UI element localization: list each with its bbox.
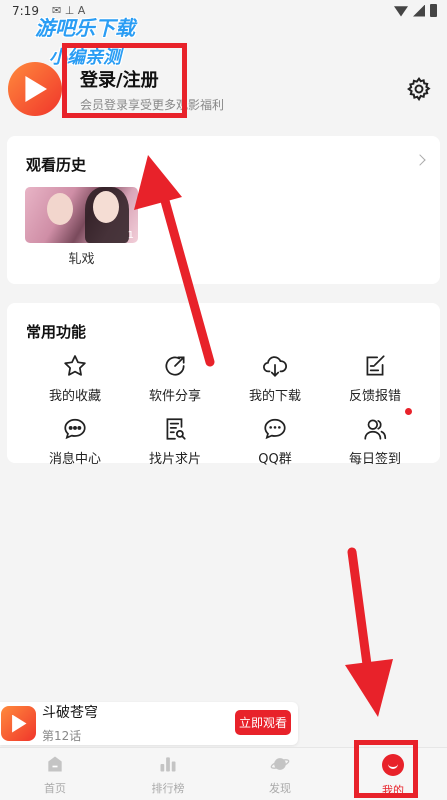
history-item-title[interactable]: 轧戏: [25, 248, 138, 267]
func-label: 反馈报错: [348, 389, 401, 404]
functions-title: 常用功能: [26, 323, 87, 341]
func-label: 我的下载: [248, 389, 301, 404]
highlight-box-mine: [354, 740, 418, 798]
signal-icon: [413, 4, 425, 17]
arrow-down-head: [345, 659, 393, 717]
func-label: 每日签到: [348, 452, 401, 467]
play-icon: [12, 714, 27, 733]
share-icon: [165, 356, 185, 376]
mini-player[interactable]: 斗破苍穹 第12话 立即观看: [0, 702, 298, 745]
system-icons: [394, 4, 437, 17]
func-feedback[interactable]: 反馈报错: [325, 353, 425, 404]
history-episode: 1: [127, 230, 134, 241]
func-label: 我的收藏: [48, 389, 101, 404]
func-request[interactable]: 找片求片: [125, 416, 225, 467]
functions-card: 常用功能 我的收藏 软件分享 我的下载 反馈报错 消息中心 找片求片 QQ群 每…: [7, 303, 440, 467]
func-favorites[interactable]: 我的收藏: [25, 353, 125, 404]
tab-label: 排行榜: [151, 782, 185, 795]
func-label: 软件分享: [148, 389, 201, 404]
func-label: QQ群: [258, 452, 292, 467]
watch-now-button[interactable]: 立即观看: [235, 710, 291, 735]
play-logo-icon: [25, 76, 47, 102]
search-doc-icon: [166, 418, 186, 440]
history-card: 观看历史 1 轧戏: [7, 136, 440, 284]
tab-discover[interactable]: 发现: [240, 754, 320, 796]
star-icon: [64, 355, 86, 376]
func-share[interactable]: 软件分享: [125, 353, 225, 404]
func-checkin[interactable]: 每日签到: [325, 416, 425, 467]
edit-icon: [366, 355, 385, 376]
highlight-box-login: [62, 43, 187, 118]
avatar[interactable]: [8, 62, 62, 116]
func-qq-group[interactable]: QQ群: [225, 416, 325, 467]
tab-label: 首页: [44, 782, 66, 795]
watermark-line1: 游吧乐下载: [35, 16, 135, 40]
battery-icon: [430, 4, 437, 17]
history-thumbnail[interactable]: 1: [25, 187, 138, 243]
checkin-badge-dot: [405, 408, 412, 415]
mini-player-logo: [1, 706, 36, 741]
chat-icon: [264, 418, 286, 440]
tab-label: 发现: [269, 782, 291, 795]
cloud-download-icon: [263, 356, 287, 377]
chevron-right-icon[interactable]: [414, 154, 426, 166]
arrow-down-line: [347, 547, 373, 677]
mini-player-episode: 第12话: [42, 729, 82, 743]
tab-ranking[interactable]: 排行榜: [128, 754, 208, 796]
func-label: 消息中心: [48, 452, 101, 467]
home-icon: [48, 756, 62, 772]
func-messages[interactable]: 消息中心: [25, 416, 125, 467]
func-label: 找片求片: [148, 452, 201, 467]
wifi-icon: [394, 6, 408, 17]
mini-player-title: 斗破苍穹: [42, 705, 98, 721]
bar-chart-icon: [160, 757, 176, 772]
history-title: 观看历史: [26, 156, 87, 174]
planet-icon: [270, 758, 290, 770]
message-icon: [64, 418, 86, 440]
users-icon: [364, 419, 387, 440]
func-downloads[interactable]: 我的下载: [225, 353, 325, 404]
tab-home[interactable]: 首页: [15, 754, 95, 796]
gear-icon[interactable]: [406, 76, 432, 102]
